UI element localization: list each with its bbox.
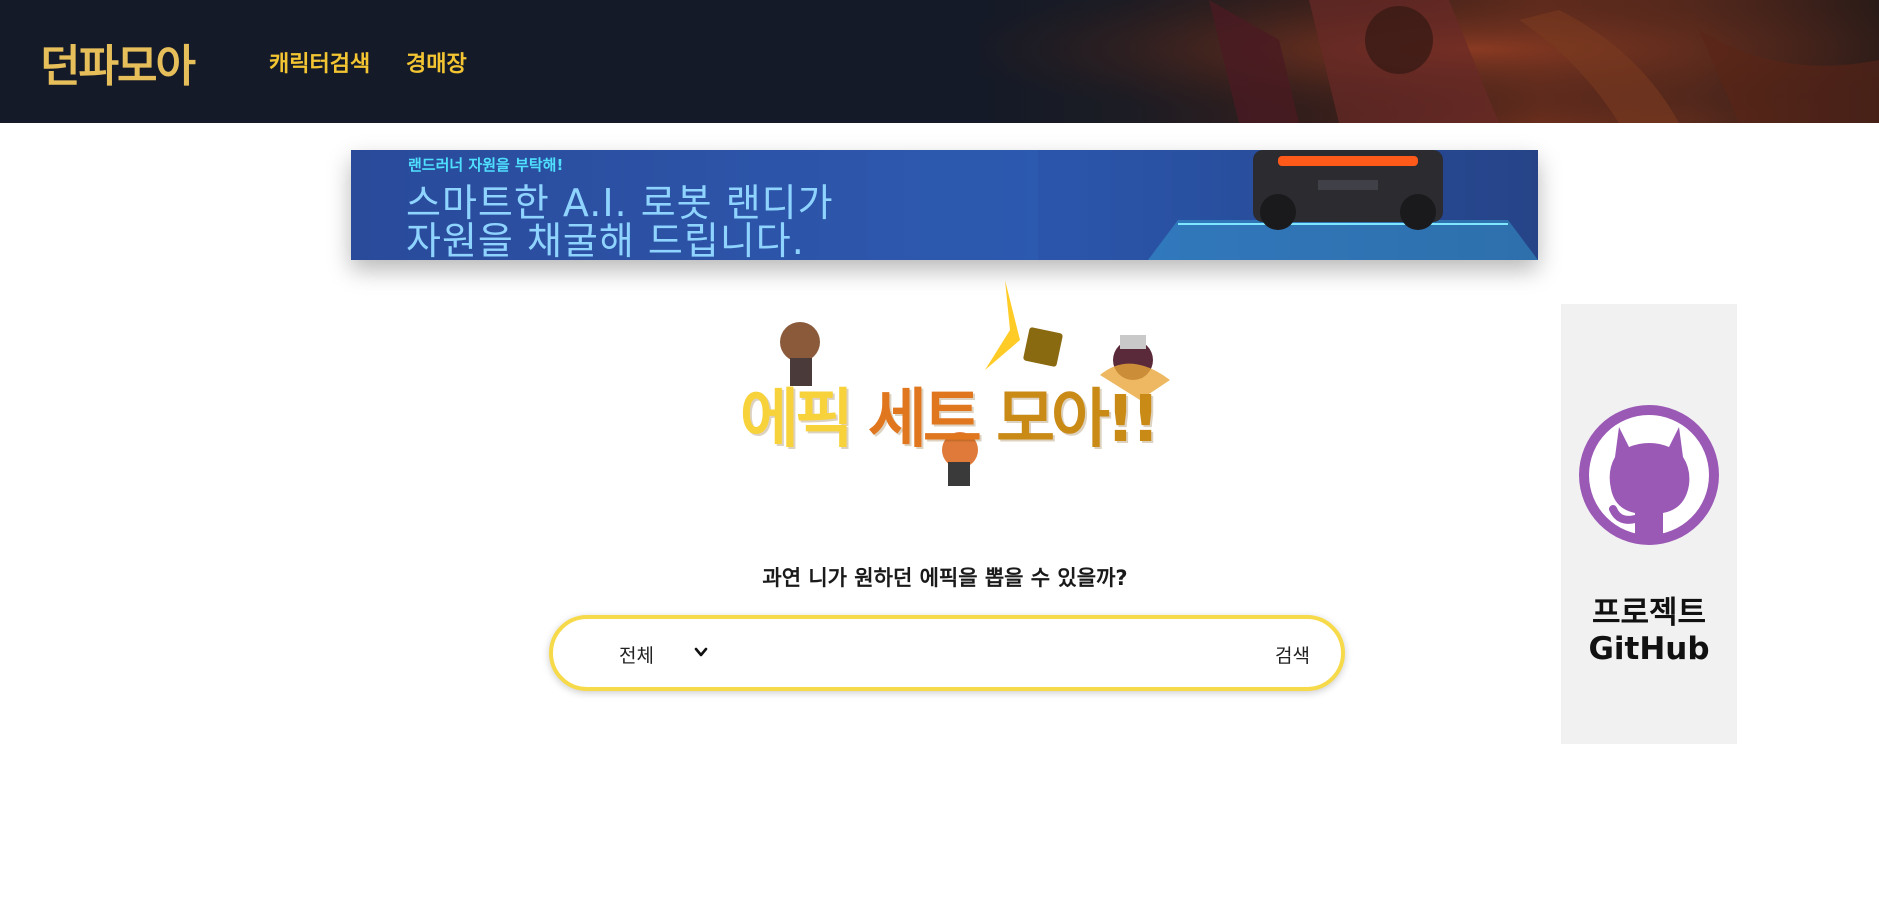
github-icon — [1579, 405, 1719, 545]
search-input[interactable] — [733, 633, 1177, 675]
hero-title: 에픽 세트 모아!! — [740, 368, 1160, 460]
site-logo[interactable]: 던파모아 — [40, 30, 196, 94]
hero-title-part-2: 세트 — [868, 383, 982, 457]
category-select[interactable]: 전체 — [619, 641, 654, 668]
nav-auction-house[interactable]: 경매장 — [406, 46, 467, 78]
nav-character-search[interactable]: 캐릭터검색 — [269, 46, 370, 78]
github-label-line-2: GitHub — [1588, 631, 1710, 667]
banner-line-2: 자원을 채굴해 드립니다. — [406, 219, 805, 260]
github-link-card[interactable]: 프로젝트 GitHub — [1561, 304, 1737, 744]
header-character-art — [979, 0, 1879, 123]
hero-title-part-1: 에픽 — [740, 383, 854, 457]
hero-title-part-3: 모아!! — [996, 383, 1160, 457]
top-header: 던파모아 캐릭터검색 경매장 — [0, 0, 1879, 123]
search-bar: 전체 검색 — [549, 615, 1345, 691]
chevron-down-icon[interactable] — [691, 642, 711, 662]
search-subtitle: 과연 니가 원하던 에픽을 뽑을 수 있을까? — [762, 566, 1128, 590]
search-button[interactable]: 검색 — [1275, 641, 1310, 668]
hero-logo: 에픽 세트 모아!! — [720, 280, 1180, 490]
github-label-line-1: 프로젝트 — [1591, 595, 1707, 631]
robot-banner-art — [1038, 150, 1538, 260]
ad-banner[interactable]: 랜드러너 자원을 부탁해! 스마트한 A.I. 로봇 랜디가 자원을 채굴해 드… — [351, 150, 1538, 260]
